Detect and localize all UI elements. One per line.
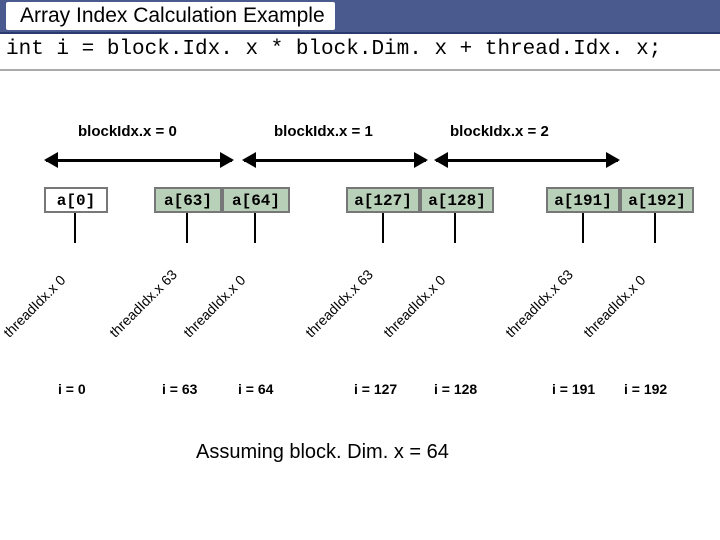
cell-a191: a[191]: [546, 187, 620, 213]
block-label-1: blockIdx.x = 1: [274, 123, 373, 140]
i-label-127: i = 127: [354, 381, 397, 397]
i-label-192: i = 192: [624, 381, 667, 397]
tick-63: [186, 213, 188, 243]
block-label-0: blockIdx.x = 0: [78, 123, 177, 140]
footer-note: Assuming block. Dim. x = 64: [196, 441, 449, 464]
i-label-191: i = 191: [552, 381, 595, 397]
page-title: Array Index Calculation Example: [6, 2, 335, 30]
block-label-2: blockIdx.x = 2: [450, 123, 549, 140]
thread-label-0b: threadIdx.x 0: [180, 272, 249, 341]
thread-label-0a: threadIdx.x 0: [0, 272, 69, 341]
cell-a192: a[192]: [620, 187, 694, 213]
i-label-0: i = 0: [58, 381, 86, 397]
i-label-128: i = 128: [434, 381, 477, 397]
tick-0: [74, 213, 76, 243]
i-label-63: i = 63: [162, 381, 197, 397]
tick-64: [254, 213, 256, 243]
i-label-64: i = 64: [238, 381, 273, 397]
title-bar: Array Index Calculation Example: [0, 0, 720, 34]
tick-127: [382, 213, 384, 243]
thread-label-0d: threadIdx.x 0: [580, 272, 649, 341]
tick-191: [582, 213, 584, 243]
range-arrow-1: [244, 159, 426, 162]
cell-a128: a[128]: [420, 187, 494, 213]
thread-label-0c: threadIdx.x 0: [380, 272, 449, 341]
range-arrow-0: [46, 159, 232, 162]
cell-a63: a[63]: [154, 187, 222, 213]
tick-128: [454, 213, 456, 243]
code-line: int i = block.Idx. x * block.Dim. x + th…: [0, 34, 720, 71]
thread-label-63c: threadIdx.x 63: [502, 266, 576, 340]
diagram-area: blockIdx.x = 0 blockIdx.x = 1 blockIdx.x…: [0, 71, 720, 511]
thread-label-63b: threadIdx.x 63: [302, 266, 376, 340]
cell-a64: a[64]: [222, 187, 290, 213]
tick-192: [654, 213, 656, 243]
cell-a0: a[0]: [44, 187, 108, 213]
range-arrow-2: [436, 159, 618, 162]
thread-label-63a: threadIdx.x 63: [106, 266, 180, 340]
cell-a127: a[127]: [346, 187, 420, 213]
